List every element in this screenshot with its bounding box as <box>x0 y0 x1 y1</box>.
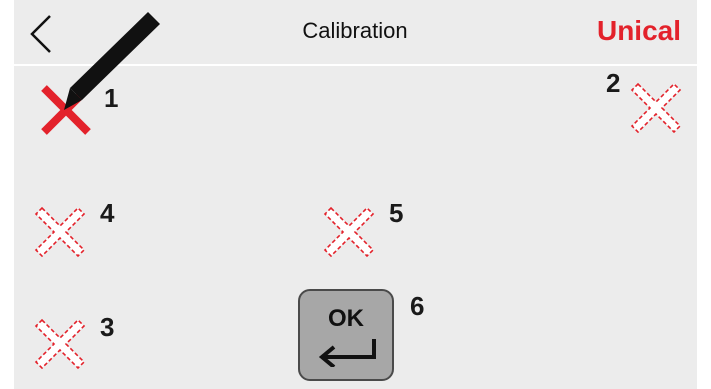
dashed-cross-icon <box>630 82 682 134</box>
target-number-5: 5 <box>389 198 404 228</box>
target-number-4: 4 <box>100 198 115 228</box>
dashed-cross-icon <box>34 318 86 370</box>
ok-button[interactable]: OK <box>298 289 394 381</box>
calibration-target-4[interactable] <box>34 206 86 258</box>
ok-number-6: 6 <box>410 291 425 321</box>
enter-arrow-icon <box>318 339 376 367</box>
target-number-3: 3 <box>100 312 115 342</box>
ok-button-label: OK <box>328 305 364 332</box>
chevron-left-icon <box>30 15 51 53</box>
calibration-target-3[interactable] <box>34 318 86 370</box>
page-title: Calibration <box>302 18 408 43</box>
calibration-target-1[interactable] <box>40 84 92 136</box>
header-divider <box>14 64 697 66</box>
cross-icon <box>41 85 91 135</box>
brand-logo: Unical <box>596 15 681 46</box>
dashed-cross-icon <box>323 206 375 258</box>
dashed-cross-icon <box>34 206 86 258</box>
calibration-target-5[interactable] <box>323 206 375 258</box>
target-number-2: 2 <box>606 68 621 98</box>
calibration-target-2[interactable] <box>630 82 682 134</box>
target-number-1: 1 <box>104 83 119 113</box>
back-button[interactable] <box>22 12 62 56</box>
